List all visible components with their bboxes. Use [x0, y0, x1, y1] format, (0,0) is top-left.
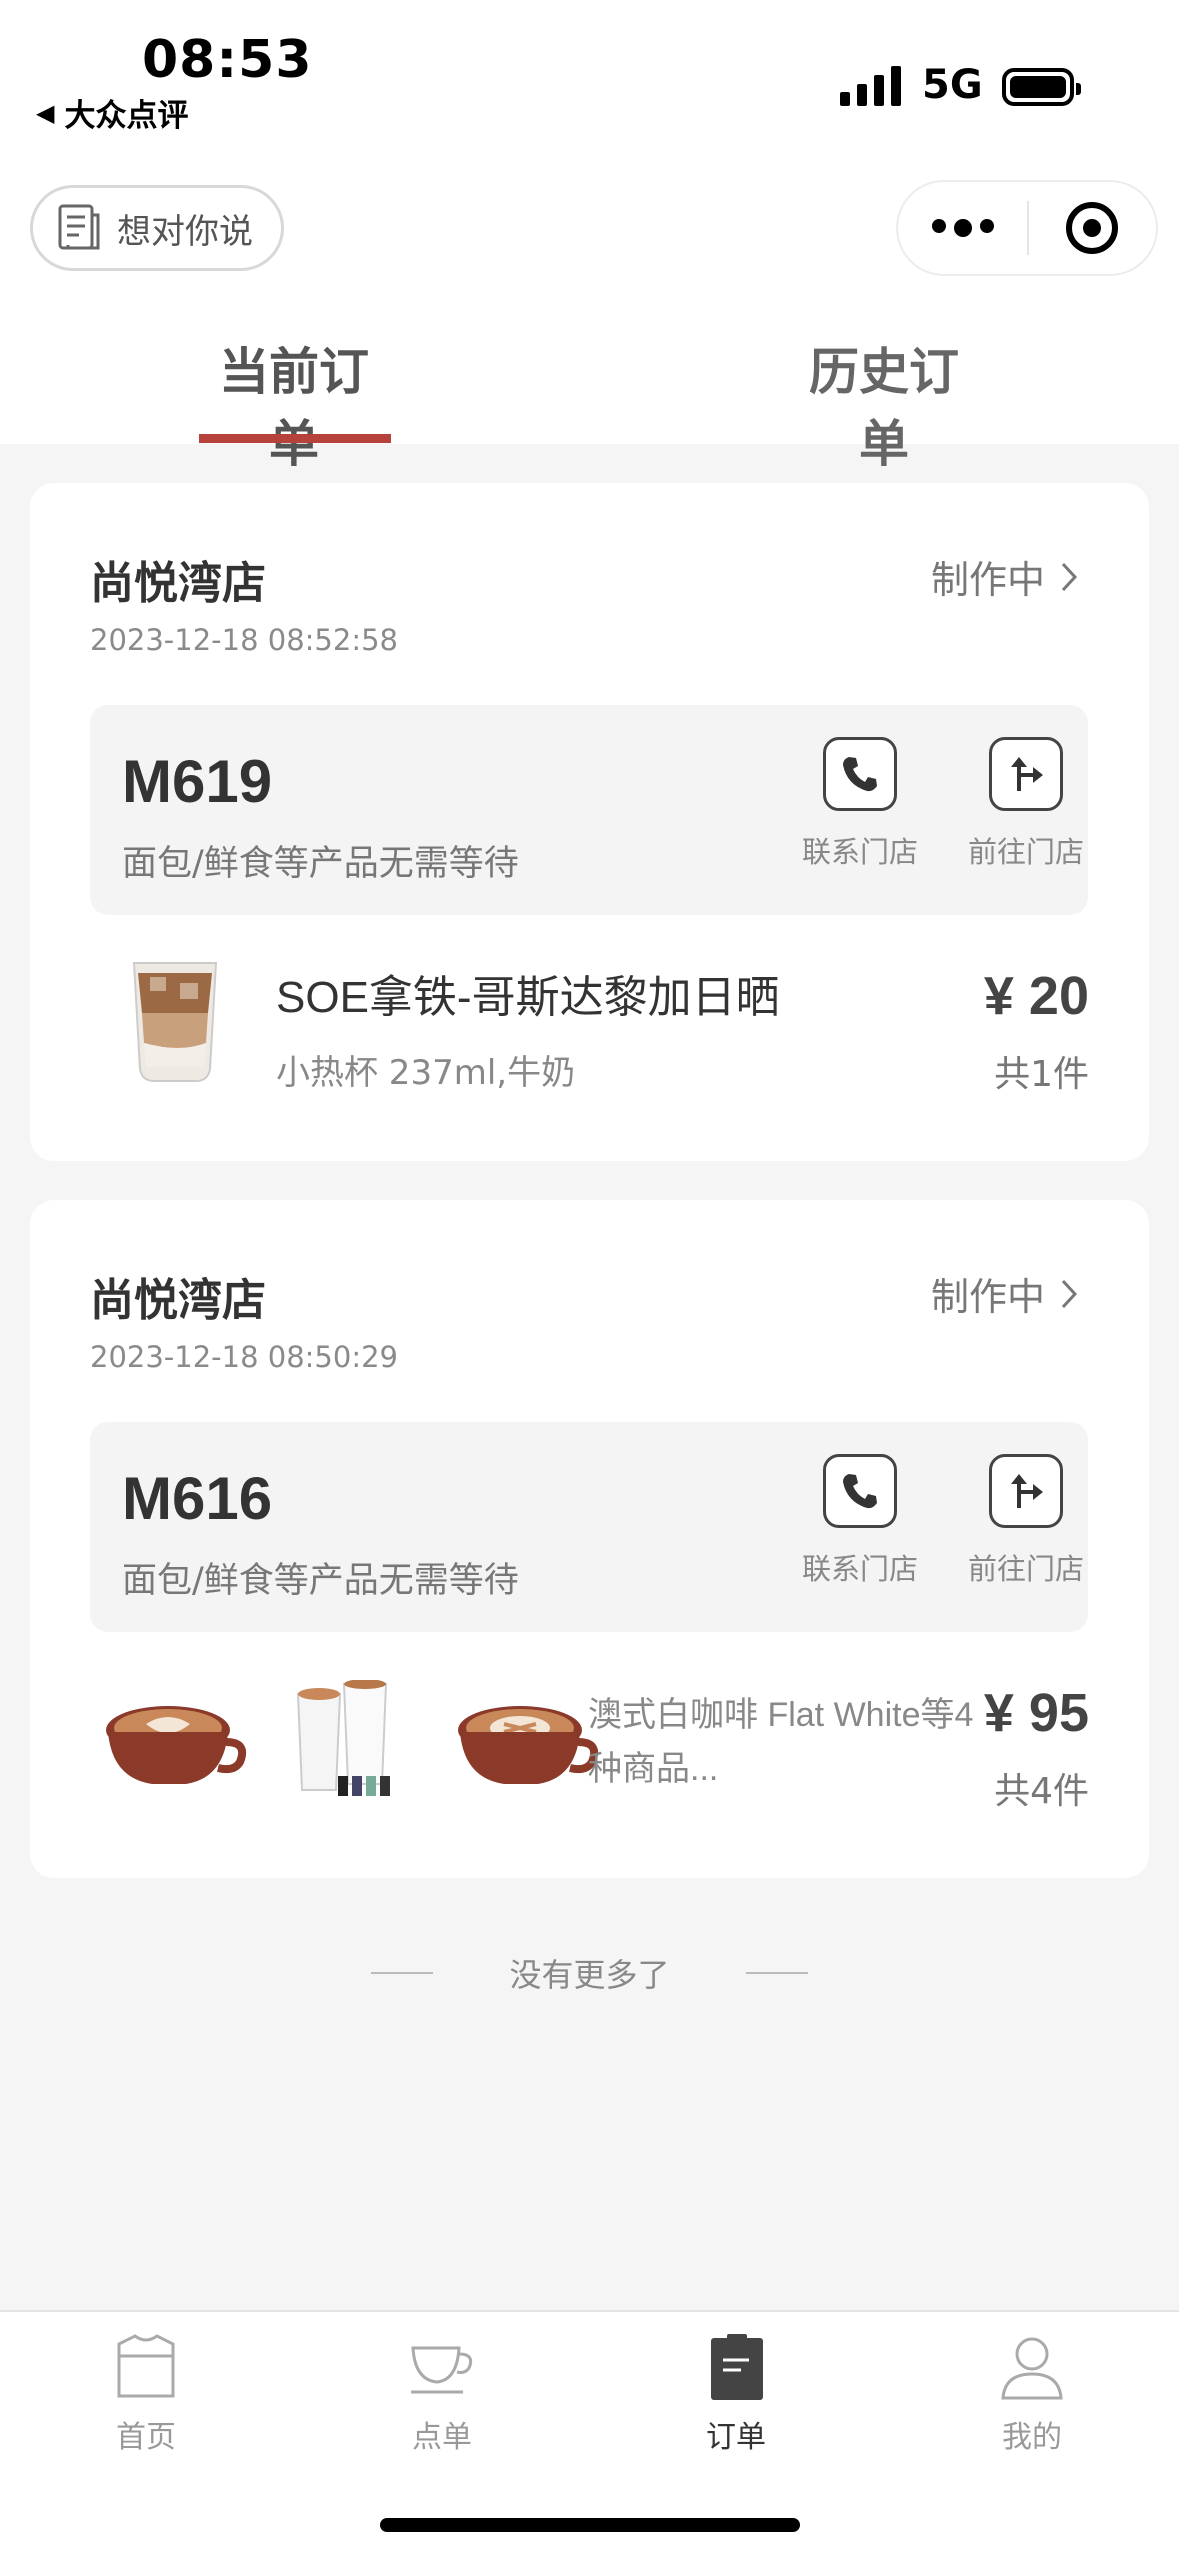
cup-icon: [411, 2346, 473, 2394]
go-to-store-label: 前往门店: [967, 1552, 1084, 1586]
pickup-note: 面包/鲜食等产品无需等待: [122, 1561, 519, 1601]
item-spec: 小热杯 237ml,牛奶: [276, 1053, 576, 1093]
nav-item-me[interactable]: 我的: [952, 2332, 1112, 2456]
battery-icon: [1002, 68, 1081, 106]
item-name: SOE拿铁-哥斯达黎加日晒: [276, 973, 780, 1022]
go-to-store-button[interactable]: 前往门店: [956, 737, 1096, 871]
tab-history-orders[interactable]: 历史订单: [786, 332, 982, 476]
tab-current-orders[interactable]: 当前订单: [198, 332, 390, 476]
pickup-code: M616: [122, 1465, 273, 1532]
notes-icon: [58, 204, 100, 250]
order-icon: [711, 2334, 763, 2400]
contact-store-button[interactable]: 联系门店: [790, 737, 930, 871]
nav-item-orders[interactable]: 订单: [656, 2332, 816, 2456]
order-quantity: 共1件: [994, 1054, 1089, 1095]
item-summary: 澳式白咖啡 Flat White等4种商品...: [588, 1696, 974, 1788]
order-status: 制作中: [930, 558, 1045, 602]
chevron-right-icon: [1061, 562, 1078, 591]
product-thumbnails: [102, 1680, 600, 1800]
order-time: 2023-12-18 08:50:29: [90, 1340, 398, 1374]
nav-item-menu[interactable]: 点单: [362, 2332, 522, 2456]
directions-icon: [1011, 757, 1043, 791]
order-card[interactable]: 尚悦湾店 2023-12-18 08:52:58 制作中 M619 面包/鲜食等…: [30, 483, 1149, 1161]
shirt-icon: [117, 2334, 175, 2398]
latte-art-cup-image: [458, 1706, 599, 1784]
pickup-panel: M616 面包/鲜食等产品无需等待 联系门店 前往门店: [90, 1422, 1088, 1632]
home-indicator: [380, 2518, 800, 2532]
status-time: 08:53: [142, 30, 313, 90]
flat-white-cup-image: [106, 1706, 247, 1784]
back-app-label: 大众点评: [64, 98, 189, 134]
order-time: 2023-12-18 08:52:58: [90, 623, 398, 657]
nav-label: 点单: [412, 2420, 472, 2455]
go-to-store-button[interactable]: 前往门店: [956, 1454, 1096, 1588]
store-name: 尚悦湾店: [90, 1275, 266, 1326]
go-to-store-label: 前往门店: [967, 835, 1084, 869]
contact-store-label: 联系门店: [801, 1552, 918, 1586]
nav-label: 我的: [1002, 2420, 1062, 2455]
takeaway-cups-image: [296, 1680, 390, 1796]
nav-label: 订单: [706, 2420, 766, 2455]
more-icon[interactable]: [898, 219, 1027, 237]
order-quantity: 共4件: [994, 1771, 1089, 1812]
pickup-code: M619: [122, 748, 273, 815]
pickup-panel: M619 面包/鲜食等产品无需等待 联系门店 前往门店: [90, 705, 1088, 915]
divider-line: [745, 1972, 808, 1974]
order-status-link[interactable]: 制作中: [931, 549, 1079, 604]
nav-item-home[interactable]: 首页: [66, 2332, 226, 2456]
iced-latte-image: [132, 962, 218, 1082]
no-more-text: 没有更多了: [509, 1956, 670, 1994]
phone-icon: [843, 1474, 877, 1509]
order-price: ¥ 95: [983, 1683, 1089, 1743]
signal-icon: [840, 64, 901, 106]
back-triangle-icon: ◀: [36, 98, 55, 127]
back-to-app-link[interactable]: ◀ 大众点评: [36, 90, 188, 135]
phone-icon: [843, 757, 877, 792]
nav-label: 首页: [116, 2420, 176, 2455]
chevron-right-icon: [1061, 1279, 1078, 1308]
directions-icon: [1011, 1474, 1043, 1508]
feedback-button[interactable]: 想对你说: [30, 185, 284, 271]
mini-program-capsule: [896, 180, 1158, 276]
network-type: 5G: [922, 62, 983, 108]
order-status: 制作中: [930, 1275, 1045, 1319]
close-target-icon[interactable]: [1029, 202, 1156, 254]
contact-store-button[interactable]: 联系门店: [790, 1454, 930, 1588]
order-card[interactable]: 尚悦湾店 2023-12-18 08:50:29 制作中 M616 面包/鲜食等…: [30, 1200, 1149, 1878]
divider-line: [371, 1972, 434, 1974]
order-price: ¥ 20: [983, 966, 1089, 1026]
contact-store-label: 联系门店: [801, 835, 918, 869]
person-icon: [1001, 2337, 1063, 2400]
feedback-label: 想对你说: [117, 211, 253, 252]
store-name: 尚悦湾店: [90, 558, 266, 609]
pickup-note: 面包/鲜食等产品无需等待: [122, 844, 519, 884]
order-status-link[interactable]: 制作中: [931, 1266, 1079, 1321]
active-tab-indicator: [199, 434, 391, 443]
no-more-indicator: 没有更多了: [0, 1950, 1179, 1996]
